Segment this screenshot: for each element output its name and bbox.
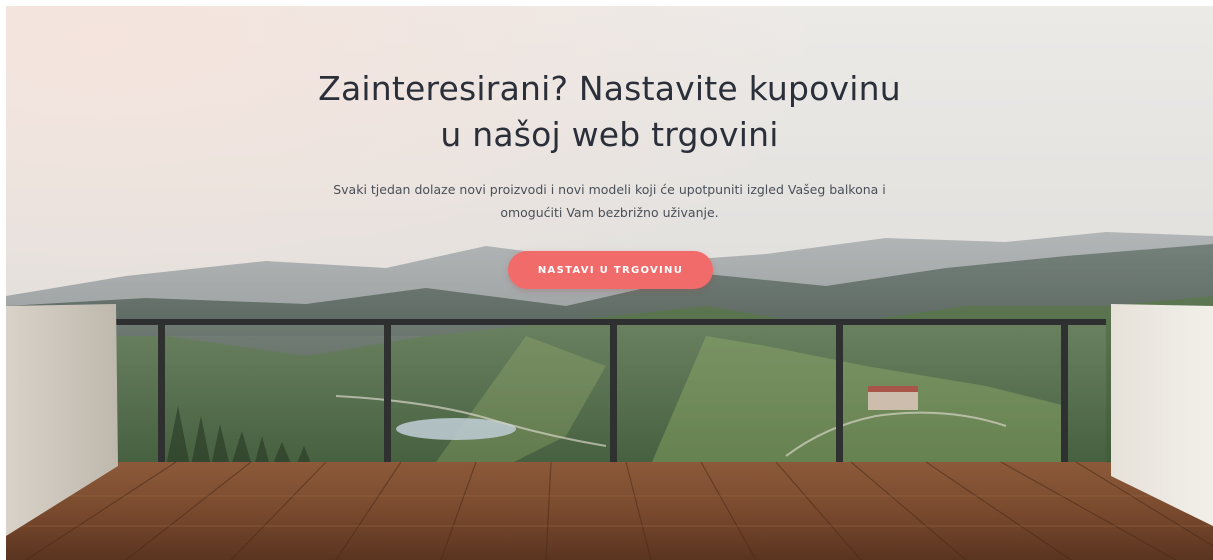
hero-description: Svaki tjedan dolaze novi proizvodi i nov… xyxy=(6,178,1213,224)
continue-to-shop-button[interactable]: NASTAVI U TRGOVINU xyxy=(508,251,713,289)
hero-description-line-2: omogućiti Vam bezbrižno uživanje. xyxy=(500,205,719,220)
hero-title: Zainteresirani? Nastavite kupovinu u naš… xyxy=(6,66,1213,158)
hero-section: Zainteresirani? Nastavite kupovinu u naš… xyxy=(6,6,1213,560)
hero-title-line-2: u našoj web trgovini xyxy=(440,115,779,154)
hero-title-line-1: Zainteresirani? Nastavite kupovinu xyxy=(318,69,901,108)
hero-description-line-1: Svaki tjedan dolaze novi proizvodi i nov… xyxy=(333,182,886,197)
